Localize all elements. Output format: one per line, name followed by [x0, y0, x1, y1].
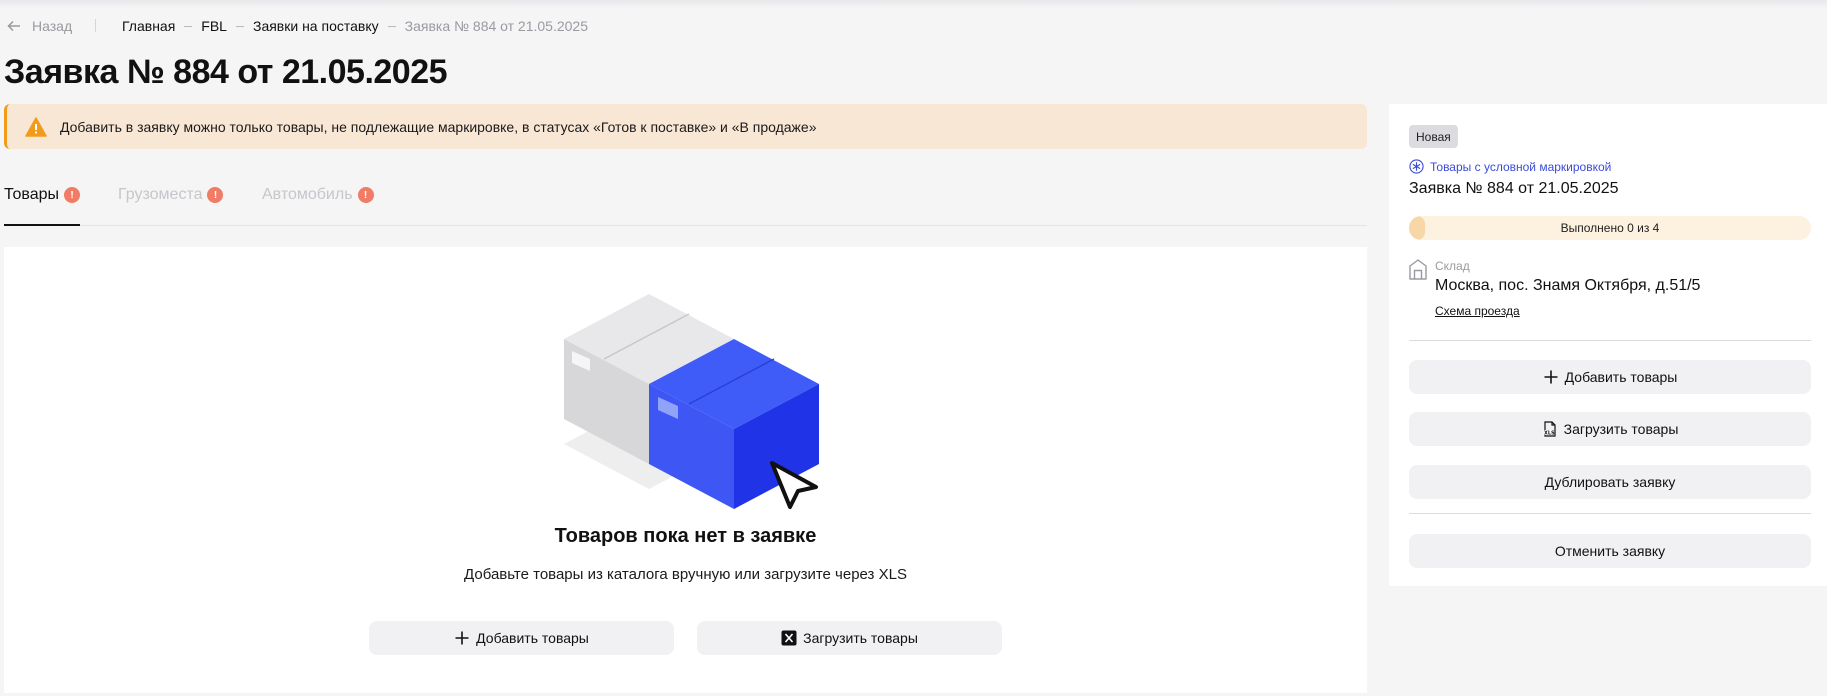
breadcrumb: Главная FBL Заявки на поставку Заявка № … — [122, 17, 588, 35]
plus-icon — [455, 631, 469, 645]
status-badge: Новая — [1409, 125, 1458, 148]
alert-badge: ! — [64, 187, 81, 203]
alert-badge: ! — [207, 187, 224, 203]
warning-text: Добавить в заявку можно только товары, н… — [60, 118, 817, 135]
page-title: Заявка № 884 от 21.05.2025 — [4, 53, 448, 91]
tab-label: Автомобиль — [262, 186, 353, 203]
arrow-left-icon — [7, 20, 20, 32]
file-xls-icon: XLS — [1543, 421, 1556, 437]
tab-cargo-places[interactable]: Грузоместа ! — [118, 186, 224, 204]
breadcrumb-separator — [235, 25, 244, 27]
tab-products[interactable]: Товары ! — [4, 186, 81, 204]
products-panel: Товаров пока нет в заявке Добавьте товар… — [4, 247, 1367, 693]
sidebar-add-products-button[interactable]: Добавить товары — [1409, 360, 1811, 394]
divider — [95, 19, 96, 32]
button-label: Добавить товары — [1564, 369, 1678, 385]
warehouse-label: Склад — [1435, 259, 1470, 273]
tab-label: Грузоместа — [118, 186, 203, 203]
upload-products-button[interactable]: Загрузить товары — [697, 621, 1002, 655]
sidebar-upload-products-button[interactable]: XLS Загрузить товары — [1409, 412, 1811, 446]
marking-link[interactable]: Товары с условной маркировкой — [1409, 159, 1611, 174]
button-label: Загрузить товары — [1563, 421, 1679, 437]
top-bar: Назад Главная FBL Заявки на поставку Зая… — [0, 0, 1827, 50]
progress-label: Выполнено 0 из 4 — [1560, 221, 1660, 235]
request-title: Заявка № 884 от 21.05.2025 — [1409, 180, 1619, 197]
divider — [1409, 340, 1811, 341]
tab-bar: Товары ! Грузоместа ! Автомобиль ! — [4, 180, 1367, 226]
marking-icon — [1409, 159, 1424, 174]
duplicate-request-button[interactable]: Дублировать заявку — [1409, 465, 1811, 499]
route-map-link[interactable]: Схема проезда — [1435, 304, 1520, 318]
divider — [1409, 513, 1811, 514]
active-tab-indicator — [4, 224, 80, 226]
tab-vehicle[interactable]: Автомобиль ! — [262, 186, 374, 204]
warning-triangle-icon — [25, 116, 47, 137]
xls-icon — [781, 630, 797, 646]
warning-banner: Добавить в заявку можно только товары, н… — [4, 104, 1367, 149]
breadcrumb-supply-requests[interactable]: Заявки на поставку — [253, 18, 379, 34]
warehouse-icon — [1409, 259, 1427, 280]
breadcrumb-separator — [184, 25, 193, 27]
progress-bar: Выполнено 0 из 4 — [1409, 216, 1811, 240]
breadcrumb-current: Заявка № 884 от 21.05.2025 — [404, 18, 588, 34]
button-label: Отменить заявку — [1554, 543, 1666, 559]
plus-icon — [1544, 370, 1558, 384]
back-label: Назад — [32, 18, 73, 34]
empty-state-title: Товаров пока нет в заявке — [554, 525, 817, 547]
back-button[interactable]: Назад — [6, 17, 72, 35]
marking-link-label: Товары с условной маркировкой — [1430, 159, 1612, 174]
alert-badge: ! — [357, 187, 374, 203]
button-label: Дублировать заявку — [1544, 474, 1676, 490]
breadcrumb-home[interactable]: Главная — [122, 18, 175, 34]
empty-state-subtitle: Добавьте товары из каталога вручную или … — [464, 566, 907, 583]
svg-text:XLS: XLS — [1544, 431, 1555, 437]
breadcrumb-fbl[interactable]: FBL — [201, 18, 227, 34]
request-sidebar: Новая Товары с условной маркировкой Заяв… — [1389, 104, 1827, 586]
warehouse-address: Москва, пос. Знамя Октября, д.51/5 — [1435, 277, 1701, 294]
tab-label: Товары — [4, 186, 60, 203]
breadcrumb-separator — [387, 25, 396, 27]
add-products-button[interactable]: Добавить товары — [369, 621, 674, 655]
button-label: Загрузить товары — [803, 630, 918, 646]
cancel-request-button[interactable]: Отменить заявку — [1409, 534, 1811, 568]
button-label: Добавить товары — [476, 630, 589, 646]
box-illustration — [564, 294, 819, 509]
